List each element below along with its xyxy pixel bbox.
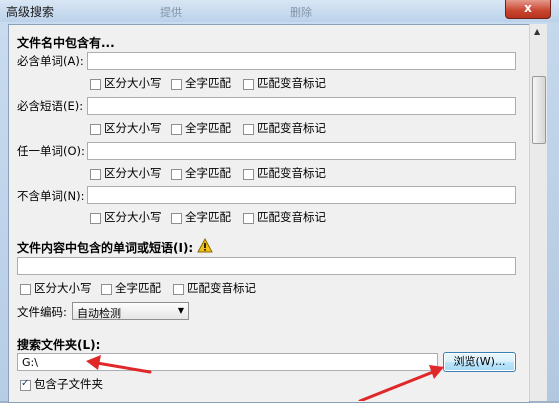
arrow-to-browse-icon xyxy=(358,365,444,401)
arrow-to-path-icon xyxy=(86,355,152,374)
advanced-search-window: 高级搜索 提供 删除 x 文件名中包含有... 必含单词(A): 区分大小写 全… xyxy=(0,0,559,403)
annotation-arrows xyxy=(86,355,444,401)
